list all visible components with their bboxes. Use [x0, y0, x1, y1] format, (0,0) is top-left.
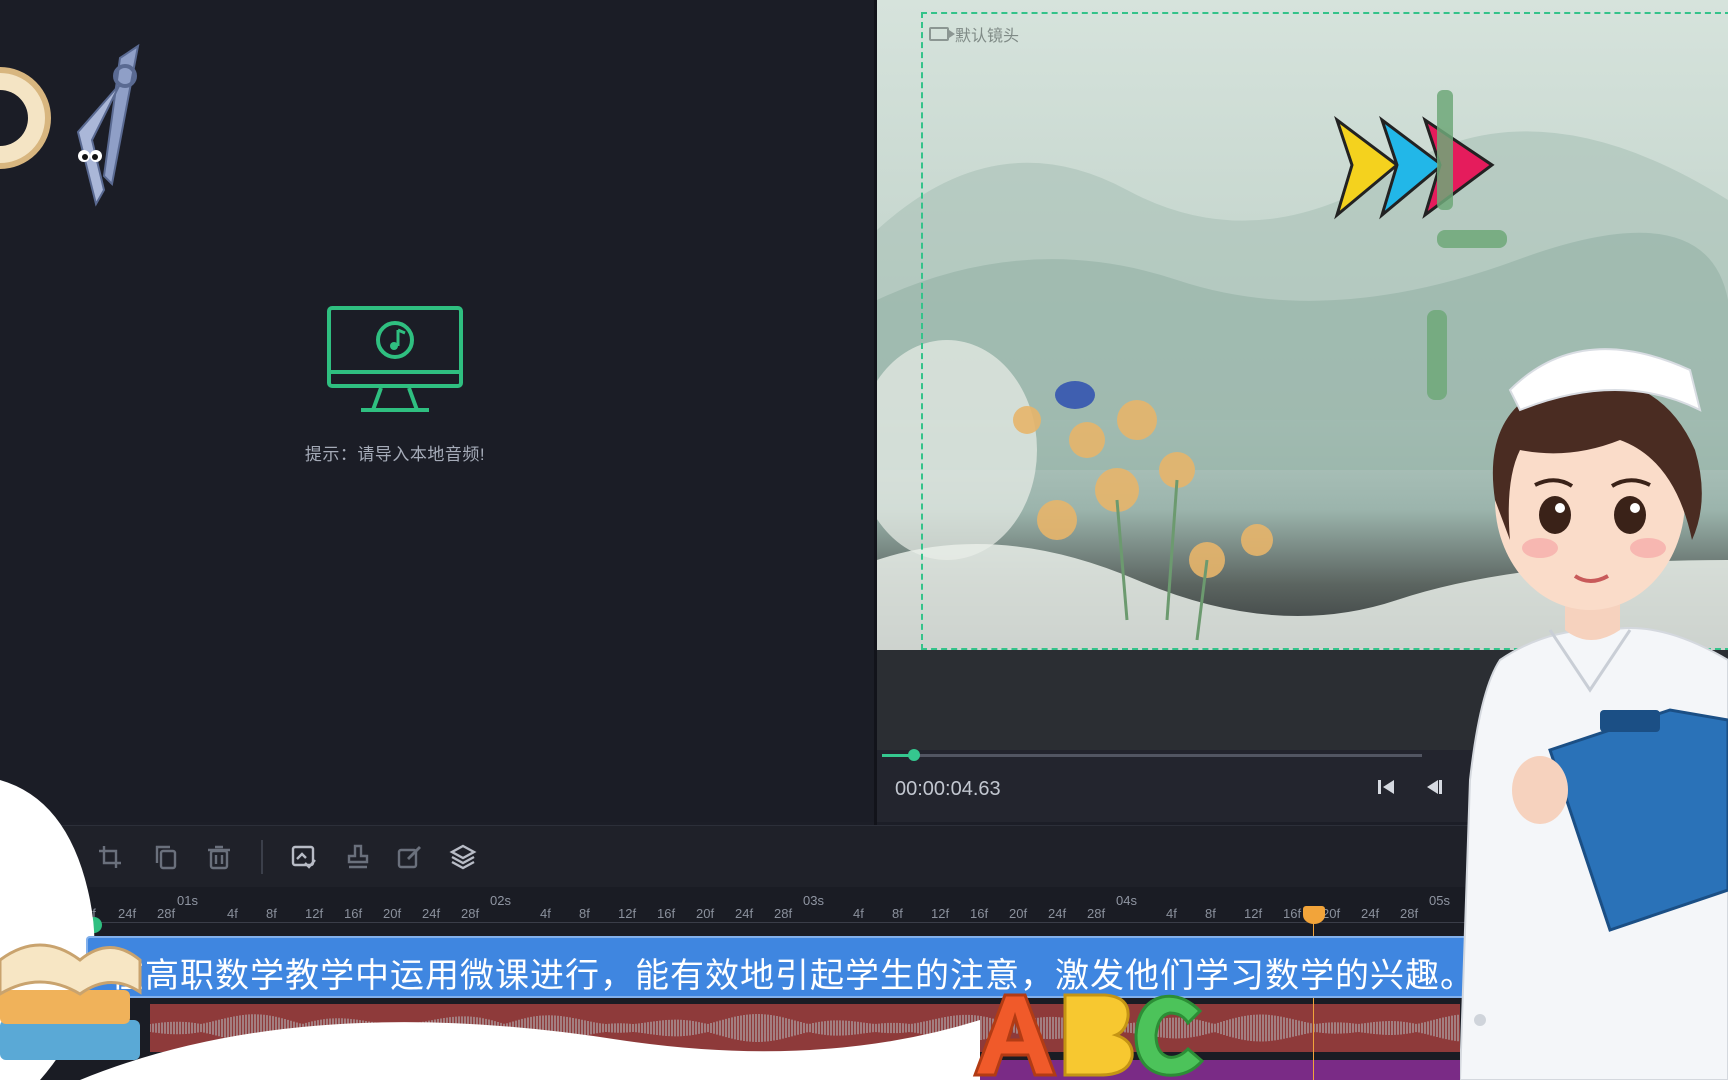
skip-start-icon — [1378, 780, 1394, 794]
ruler-frame-label: 4f — [853, 906, 864, 921]
ruler-frame-label: 16f — [970, 906, 989, 921]
book-stack-illustration — [0, 943, 142, 1060]
camera-icon — [929, 27, 955, 41]
subtitle-bar[interactable]: 在高职数学教学中运用微课进行，能有效地引起学生的注意，激发他们学习数学的兴趣。 — [86, 936, 1652, 998]
edit-icon[interactable] — [396, 843, 424, 871]
ruler-frame-label: 8f — [266, 906, 277, 921]
ruler-frame-label: 12f — [931, 906, 950, 921]
layers-icon[interactable] — [449, 843, 477, 871]
preview-scrubber-handle[interactable] — [908, 749, 921, 761]
ruler-frame-label: 28f — [1400, 906, 1419, 921]
ruler-frame-label: 28f — [461, 906, 480, 921]
camera-label-text: 默认镜头 — [955, 28, 1020, 45]
empty-hint-text: 提示：请导入本地音频! — [304, 445, 486, 464]
ruler-frame-label: 8f — [1205, 906, 1216, 921]
step-back-button[interactable] — [1423, 776, 1445, 798]
ruler-frame-label: 4f — [540, 906, 551, 921]
ruler-frame-label: 20f — [383, 906, 402, 921]
skip-to-start-button[interactable] — [1375, 776, 1397, 798]
ruler-second-label: 02s — [490, 893, 511, 908]
abc-letters-decoration — [972, 993, 1205, 1077]
ruler-frame-label: 24f — [735, 906, 754, 921]
ruler-frame-label: 8f — [892, 906, 903, 921]
ruler-frame-label: 24f — [1361, 906, 1380, 921]
ruler-frame-label: 16f — [1283, 906, 1302, 921]
toolbar-separator — [261, 840, 263, 874]
ruler-frame-label: 24f — [1048, 906, 1067, 921]
media-panel: 提示：请导入本地音频! — [0, 0, 876, 822]
ruler-frame-label: 16f — [657, 906, 676, 921]
subtitle-text: 在高职数学教学中运用微课进行，能有效地引起学生的注意，激发他们学习数学的兴趣。 — [110, 956, 1475, 996]
stamp-icon[interactable] — [344, 843, 372, 871]
ruler-second-label: 04s — [1116, 893, 1137, 908]
timecode: 00:00:04.63 — [895, 778, 1001, 800]
ruler-frame-label: 24f — [422, 906, 441, 921]
camera-label: 默认镜头 — [929, 22, 1019, 46]
ruler-frame-label: 16f — [344, 906, 363, 921]
ruler-frame-label: 8f — [579, 906, 590, 921]
ruler-frame-label: 4f — [1166, 906, 1177, 921]
ruler-second-label: 05s — [1429, 893, 1450, 908]
playhead-handle[interactable] — [1303, 906, 1325, 924]
ruler-frame-label: 20f — [696, 906, 715, 921]
nurse-character-illustration — [1460, 348, 1728, 1080]
ruler-frame-label: 20f — [1009, 906, 1028, 921]
preview-scrubber[interactable] — [882, 754, 1422, 757]
empty-state: 提示：请导入本地音频! — [290, 302, 500, 465]
ruler-frame-label: 12f — [305, 906, 324, 921]
step-back-icon — [1427, 780, 1442, 794]
ruler-second-label: 03s — [803, 893, 824, 908]
compass-ruler-decoration — [0, 43, 140, 207]
ruler-frame-label: 28f — [774, 906, 793, 921]
ruler-frame-label: 28f — [1087, 906, 1106, 921]
ruler-frame-label: 12f — [1244, 906, 1263, 921]
replace-image-icon[interactable] — [290, 843, 318, 871]
music-monitor-icon — [327, 306, 463, 412]
ruler-frame-label: 12f — [618, 906, 637, 921]
